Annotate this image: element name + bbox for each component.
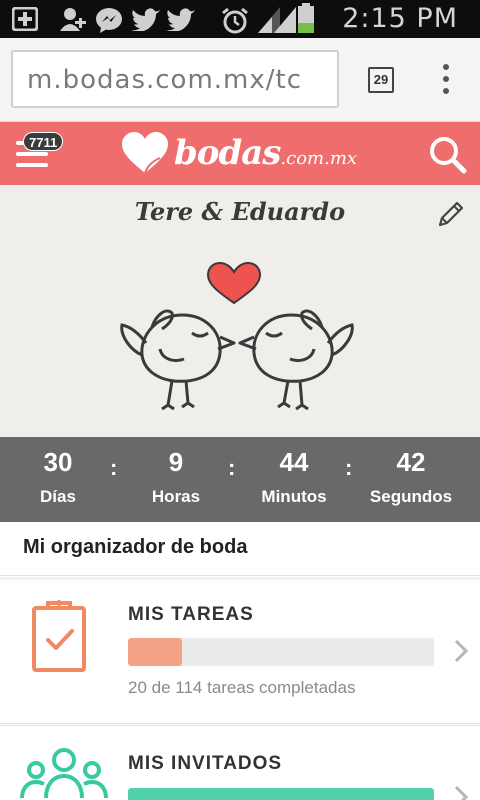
countdown-separator: : <box>228 455 236 480</box>
url-bar[interactable]: m.bodas.com.mx/tc <box>11 50 339 108</box>
countdown-seconds: 42 Segundos <box>356 447 466 507</box>
countdown-minutes: 44 Minutos <box>239 447 349 507</box>
countdown-days-value: 30 <box>43 447 73 477</box>
guests-card[interactable]: MIS INVITADOS <box>0 725 480 800</box>
chevron-right-icon[interactable] <box>452 638 470 664</box>
signal-icon <box>274 7 296 33</box>
site-logo[interactable]: bodas .com.mx <box>120 128 357 178</box>
edit-pencil-icon[interactable] <box>436 199 466 229</box>
logo-domain: .com.mx <box>280 147 358 169</box>
countdown-separator: : <box>345 455 353 480</box>
love-birds-illustration <box>120 261 354 411</box>
organizer-header: Mi organizador de boda <box>0 522 480 576</box>
twitter-icon <box>131 8 160 31</box>
twitter-icon <box>166 8 195 31</box>
tab-switcher-button[interactable]: 29 <box>368 67 394 93</box>
guests-title: MIS INVITADOS <box>128 753 283 774</box>
tasks-title: MIS TAREAS <box>128 604 254 625</box>
site-header: 7711 bodas .com.mx <box>0 122 480 185</box>
hero-banner: Tere & Eduardo <box>0 185 480 437</box>
notification-badge: 7711 <box>23 132 64 151</box>
countdown-hours-label: Horas <box>151 487 201 506</box>
clock: 2:15 PM <box>342 3 458 34</box>
tasks-progress-bar <box>128 638 434 666</box>
countdown-minutes-value: 44 <box>279 447 309 477</box>
browser-toolbar: m.bodas.com.mx/tc 29 <box>0 38 480 122</box>
wedding-countdown: 30 Días : 9 Horas : 44 Minutos : 42 Segu… <box>0 437 480 522</box>
overflow-menu-icon[interactable] <box>436 64 456 98</box>
heart-logo-icon <box>122 132 168 174</box>
guests-progress-bar <box>128 788 434 800</box>
couple-names: Tere & Eduardo <box>134 197 346 226</box>
organizer-title: Mi organizador de boda <box>23 536 248 558</box>
contact-add-icon <box>60 8 86 31</box>
countdown-minutes-label: Minutos <box>261 487 327 506</box>
countdown-hours-value: 9 <box>168 447 184 477</box>
url-text: m.bodas.com.mx/tc <box>27 65 303 95</box>
clipboard-check-icon <box>32 600 86 672</box>
chevron-right-icon[interactable] <box>452 784 470 800</box>
countdown-seconds-value: 42 <box>396 447 426 477</box>
logo-word: bodas <box>174 133 281 173</box>
alarm-icon <box>222 7 248 34</box>
countdown-days-label: Días <box>40 487 76 506</box>
guests-progress-fill <box>128 788 434 800</box>
add-icon <box>12 7 38 31</box>
status-bar: 2:15 PM <box>0 0 480 38</box>
battery-icon <box>298 3 314 33</box>
guests-group-icon <box>20 748 108 799</box>
countdown-days: 30 Días <box>3 447 113 507</box>
search-icon[interactable] <box>428 135 468 175</box>
tasks-card[interactable]: MIS TAREAS 20 de 114 tareas completadas <box>0 580 480 724</box>
tasks-progress-fill <box>128 638 182 666</box>
messenger-icon <box>96 8 122 33</box>
tasks-summary: 20 de 114 tareas completadas <box>128 678 356 697</box>
countdown-hours: 9 Horas <box>121 447 231 507</box>
countdown-seconds-label: Segundos <box>369 487 453 506</box>
countdown-separator: : <box>110 455 118 480</box>
